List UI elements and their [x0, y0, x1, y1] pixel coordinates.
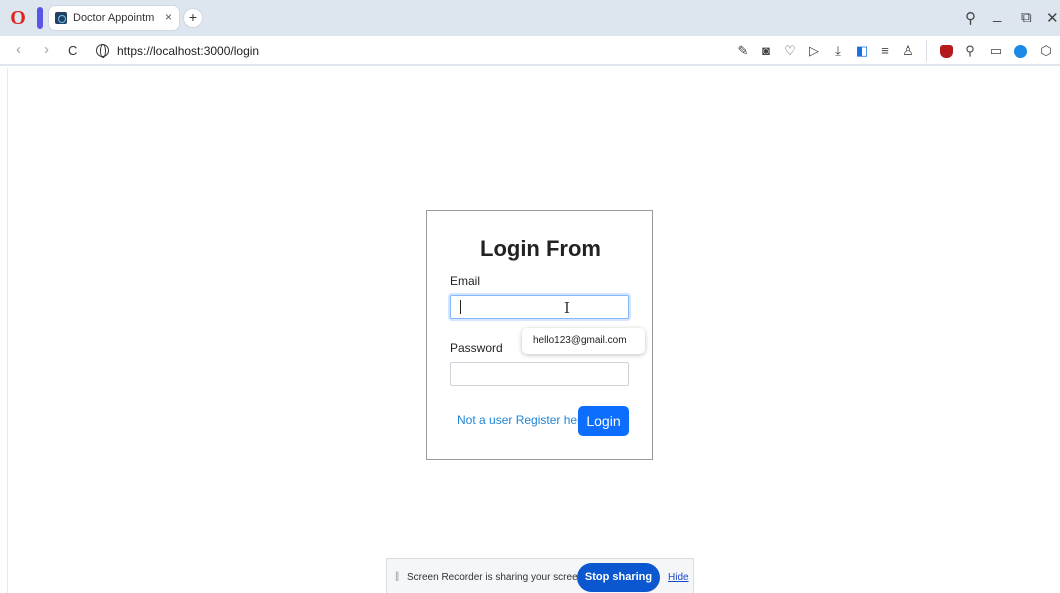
reload-button[interactable]: C [68, 43, 77, 58]
ublock-icon[interactable] [940, 45, 953, 58]
menu-icon[interactable]: ≡ [877, 43, 893, 58]
hide-link[interactable]: Hide [668, 572, 689, 583]
forward-button[interactable]: › [44, 41, 49, 58]
download-icon[interactable]: ⤓ [830, 43, 846, 59]
email-field[interactable]: I [450, 295, 629, 319]
email-label: Email [450, 274, 481, 288]
box-icon[interactable]: ⬡ [1038, 43, 1054, 59]
camera-icon[interactable]: ◙ [758, 43, 774, 58]
toolbar-divider [926, 40, 927, 62]
opera-logo-icon[interactable]: O [9, 8, 27, 28]
edit-icon[interactable]: ✎ [735, 43, 751, 59]
minimize-icon[interactable]: _ [993, 6, 1001, 23]
browser-toolbar: ‹ › C https://localhost:3000/login ✎ ◙ ♡… [0, 36, 1060, 66]
back-button[interactable]: ‹ [16, 41, 21, 58]
register-link[interactable]: Not a user Register here [457, 413, 588, 427]
restore-icon[interactable]: ⧉ [1021, 9, 1032, 26]
share-message: Screen Recorder is sharing your screen. [407, 572, 586, 583]
stop-sharing-button[interactable]: Stop sharing [577, 563, 660, 592]
zoom-icon[interactable]: ⚲ [962, 43, 978, 59]
sidebar-toggle-icon[interactable] [37, 7, 43, 29]
window-icon[interactable]: ▭ [988, 43, 1004, 59]
mouse-ibeam-cursor-icon: I [564, 299, 570, 317]
autofill-suggestion[interactable]: hello123@gmail.com [522, 328, 645, 354]
send-icon[interactable]: ▷ [806, 43, 822, 59]
address-bar-url[interactable]: https://localhost:3000/login [117, 44, 259, 58]
react-favicon-icon [55, 12, 67, 24]
close-window-icon[interactable]: ✕ [1046, 9, 1059, 27]
password-field[interactable] [450, 362, 629, 386]
new-tab-button[interactable]: + [184, 9, 202, 27]
text-caret [460, 300, 461, 314]
page-edge-divider [7, 68, 8, 593]
site-info-globe-icon[interactable] [96, 44, 109, 58]
login-button[interactable]: Login [578, 406, 629, 436]
browser-tab-strip: O Doctor Appointment S × + ⚲ _ ⧉ ✕ [0, 0, 1060, 36]
screen-share-bar: || Screen Recorder is sharing your scree… [386, 558, 694, 593]
blue-extension-icon[interactable] [1014, 45, 1027, 58]
password-label: Password [450, 341, 503, 355]
toggle-icon[interactable]: ◧ [854, 43, 870, 59]
heart-icon[interactable]: ♡ [782, 43, 798, 59]
browser-tab[interactable]: Doctor Appointment S × [49, 6, 179, 30]
profile-icon[interactable]: ♙ [900, 43, 916, 59]
login-title: Login From [480, 236, 601, 261]
search-tabs-icon[interactable]: ⚲ [965, 9, 976, 27]
tab-close-icon[interactable]: × [165, 10, 172, 24]
tab-title: Doctor Appointment S [73, 12, 155, 24]
drag-handle-icon[interactable]: || [395, 571, 399, 582]
